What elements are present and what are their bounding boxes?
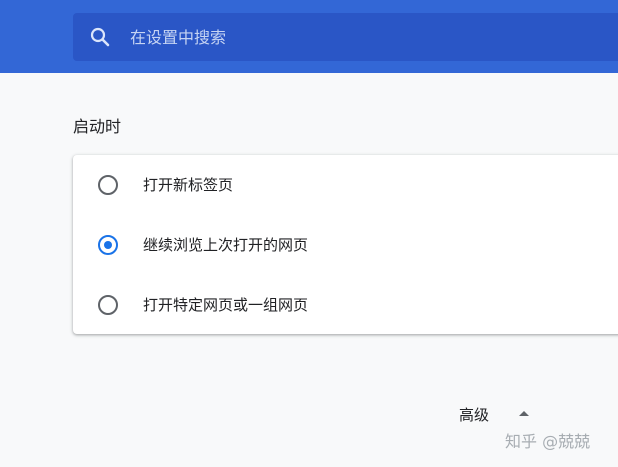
search-icon[interactable] — [89, 26, 111, 48]
radio-option-specific-pages[interactable]: 打开特定网页或一组网页 — [73, 275, 618, 335]
startup-options-card: 打开新标签页 继续浏览上次打开的网页 打开特定网页或一组网页 — [73, 155, 618, 334]
section-title-startup: 启动时 — [73, 117, 122, 136]
radio-option-continue[interactable]: 继续浏览上次打开的网页 — [73, 215, 618, 275]
advanced-label: 高级 — [459, 406, 490, 424]
radio-button-unchecked[interactable] — [98, 175, 118, 195]
radio-label: 继续浏览上次打开的网页 — [143, 236, 309, 254]
radio-option-new-tab[interactable]: 打开新标签页 — [73, 155, 618, 215]
radio-checked-dot — [104, 241, 112, 249]
radio-button-checked[interactable] — [98, 235, 118, 255]
radio-label: 打开新标签页 — [143, 176, 234, 194]
radio-button-unchecked[interactable] — [98, 295, 118, 315]
radio-label: 打开特定网页或一组网页 — [143, 296, 309, 314]
arrow-up-icon[interactable] — [519, 411, 529, 416]
search-input[interactable] — [130, 24, 600, 50]
search-box[interactable] — [73, 13, 618, 61]
watermark: 知乎 @兢兢 — [505, 432, 591, 451]
top-bar — [0, 0, 618, 73]
